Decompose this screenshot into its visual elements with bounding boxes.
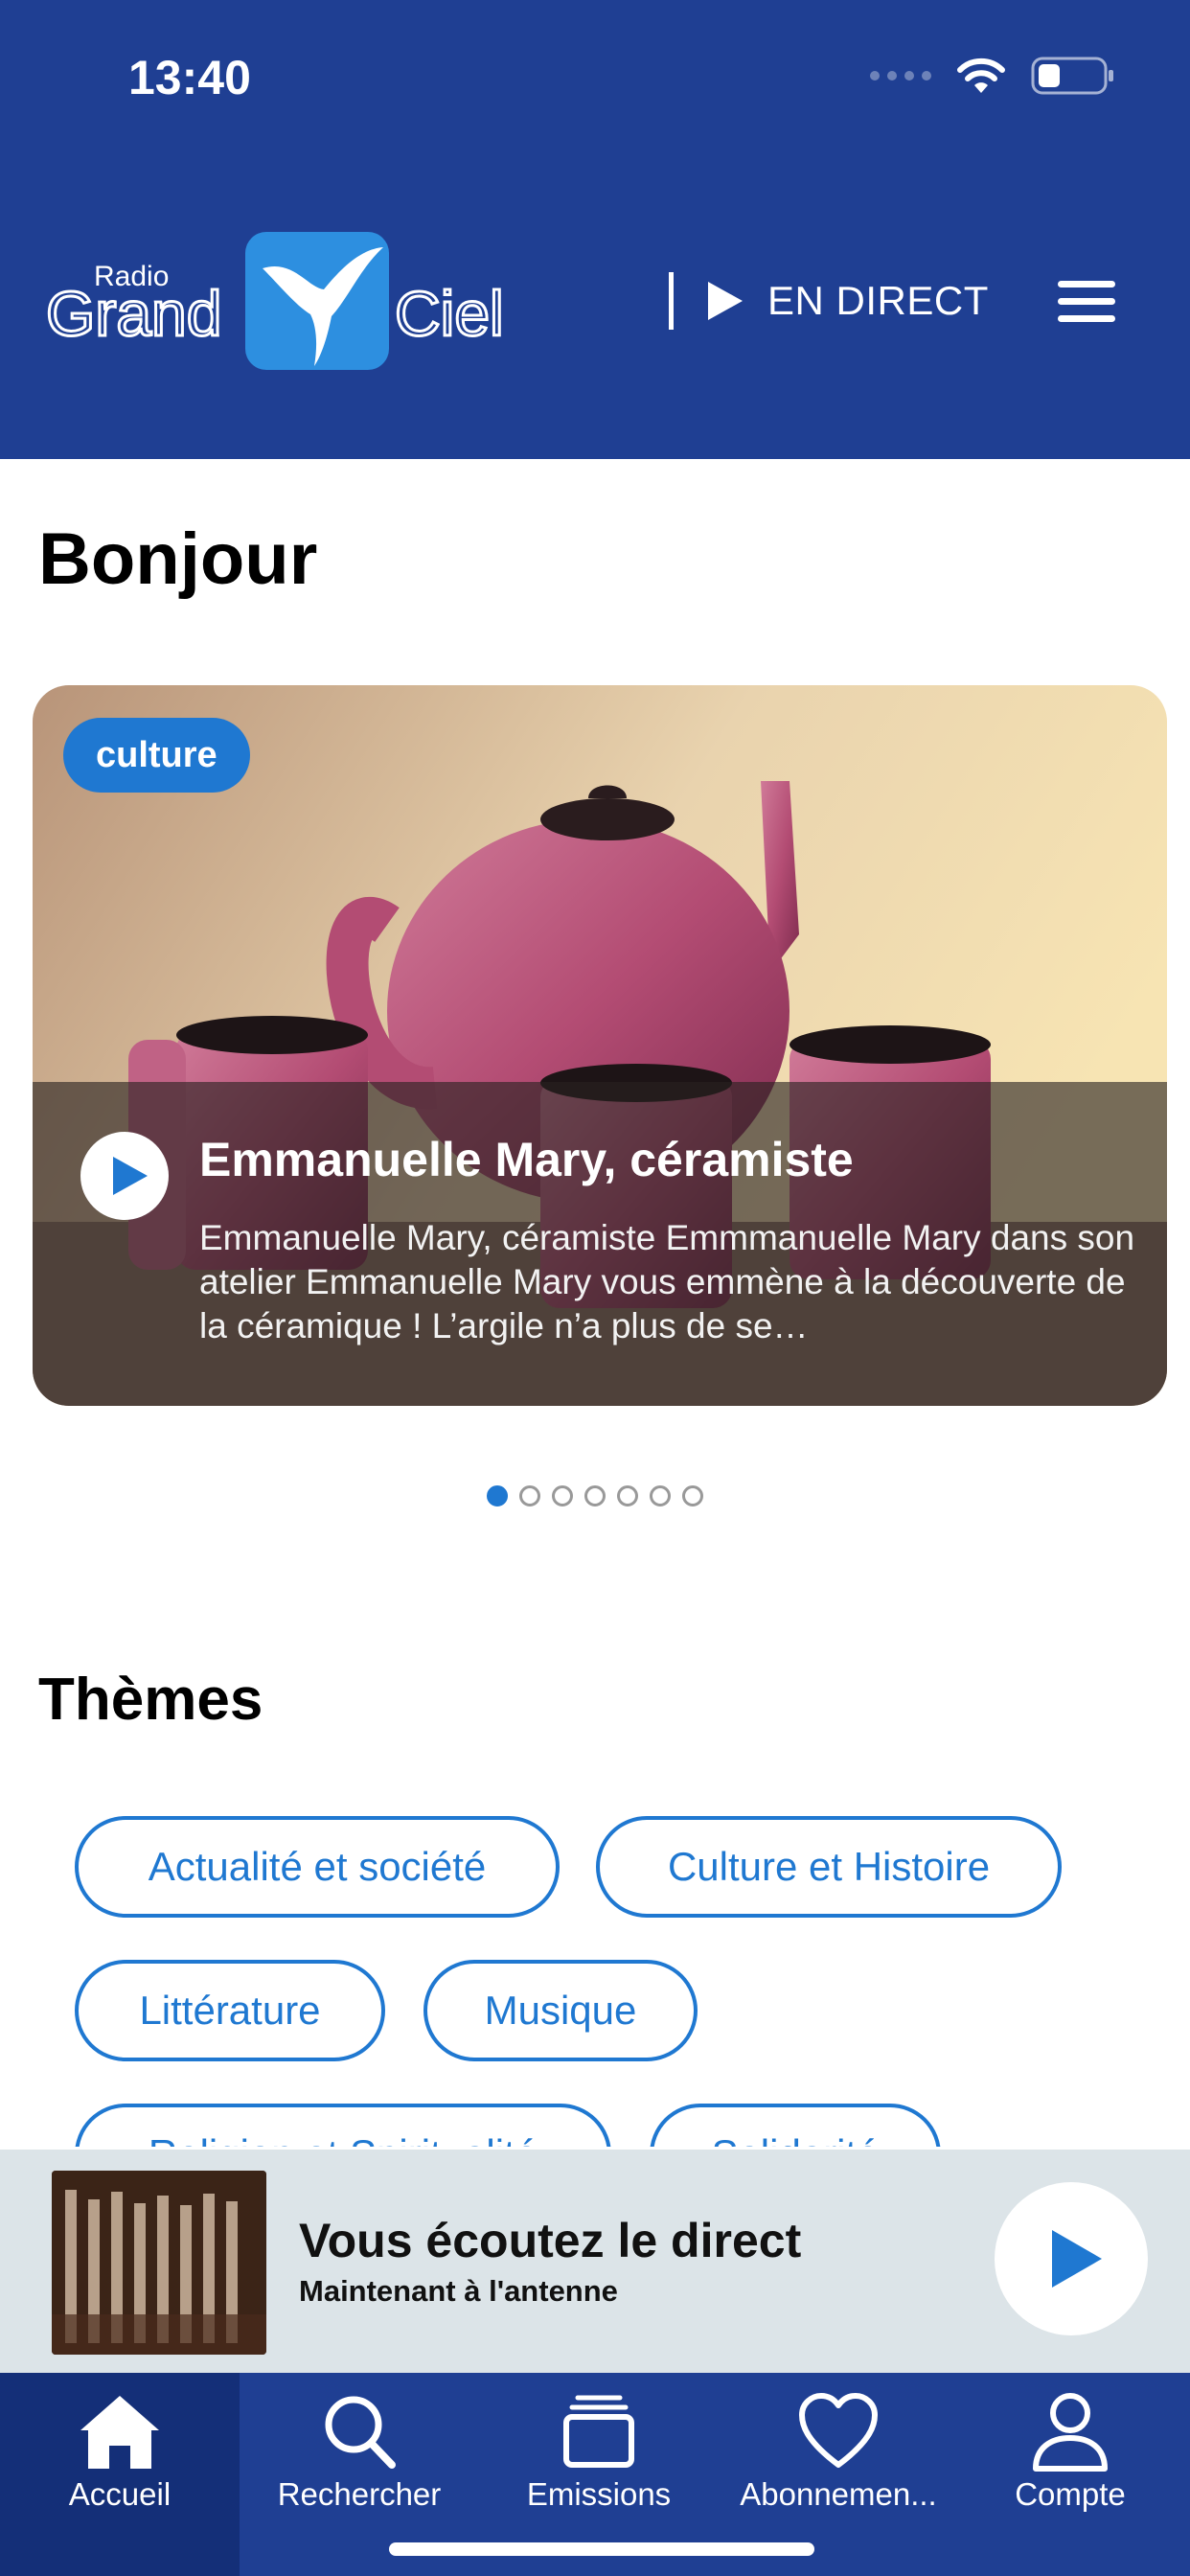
tab-compte[interactable]: Compte [950,2373,1190,2576]
tab-accueil[interactable]: Accueil [0,2373,240,2576]
app-header: 13:40 Radio Grand Ciel EN DIRECT [0,0,1190,459]
carousel-dot[interactable] [519,1485,540,1506]
carousel-dot[interactable] [584,1485,606,1506]
themes-section-title: Thèmes [38,1667,263,1733]
mini-player[interactable]: Vous écoutez le direct Maintenant à l'an… [0,2150,1190,2373]
theme-chip[interactable]: Actualité et société [75,1816,560,1918]
carousel-dot[interactable] [650,1485,671,1506]
play-icon [113,1157,148,1195]
tab-label: Accueil [68,2476,172,2512]
theme-chip[interactable]: Solidarité [650,2104,941,2147]
search-icon [325,2396,396,2469]
home-icon [80,2396,159,2469]
play-icon [1052,2230,1102,2288]
hero-title: Emmanuelle Mary, céramiste [199,1133,854,1186]
tab-label: Emissions [526,2476,672,2512]
svg-text:Ciel: Ciel [395,278,504,349]
heart-icon [799,2393,878,2468]
carousel-dot[interactable] [617,1485,638,1506]
live-label: EN DIRECT [767,278,989,323]
carousel-pagination[interactable] [0,1485,1190,1506]
carousel-dot[interactable] [487,1485,508,1506]
carousel-dot[interactable] [682,1485,703,1506]
play-icon [708,282,743,320]
cellular-signal-icon [870,71,931,80]
status-icons [870,56,1115,96]
theme-chip[interactable]: Musique [423,1960,698,2061]
hamburger-menu-icon[interactable] [1058,281,1115,323]
status-time: 13:40 [128,51,251,104]
theme-chip[interactable]: Culture et Histoire [596,1816,1062,1918]
tab-label: Abonnemen... [740,2476,937,2512]
carousel-dot[interactable] [552,1485,573,1506]
themes-chip-list: Actualité et société Culture et Histoire… [75,1816,1129,2147]
divider [669,272,674,330]
person-icon [1033,2393,1108,2472]
featured-carousel-card[interactable]: culture Emmanuelle Mary, céramiste Emman… [33,685,1167,1406]
live-button[interactable]: EN DIRECT [669,272,989,330]
tab-label: Rechercher [277,2476,442,2512]
hero-play-button[interactable] [80,1132,169,1220]
player-title: Vous écoutez le direct [299,2214,802,2267]
radio-grand-ciel-logo[interactable]: Radio Grand Ciel [44,230,514,374]
player-subtitle: Maintenant à l'antenne [299,2274,618,2308]
stack-icon [563,2395,634,2468]
wifi-icon [957,58,1005,93]
svg-text:Grand: Grand [46,278,221,349]
hero-description: Emmanuelle Mary, céramiste Emmmanuelle M… [199,1218,1135,1346]
battery-icon [1031,57,1113,95]
theme-chip[interactable]: Littérature [75,1960,385,2061]
category-tag[interactable]: culture [63,718,250,793]
player-play-button[interactable] [995,2182,1148,2335]
tab-label: Compte [1015,2476,1126,2512]
now-playing-artwork [52,2171,266,2355]
page-title: Bonjour [38,518,318,600]
home-indicator[interactable] [389,2542,814,2556]
theme-chip[interactable]: Religion et Spiritualité [75,2104,611,2147]
